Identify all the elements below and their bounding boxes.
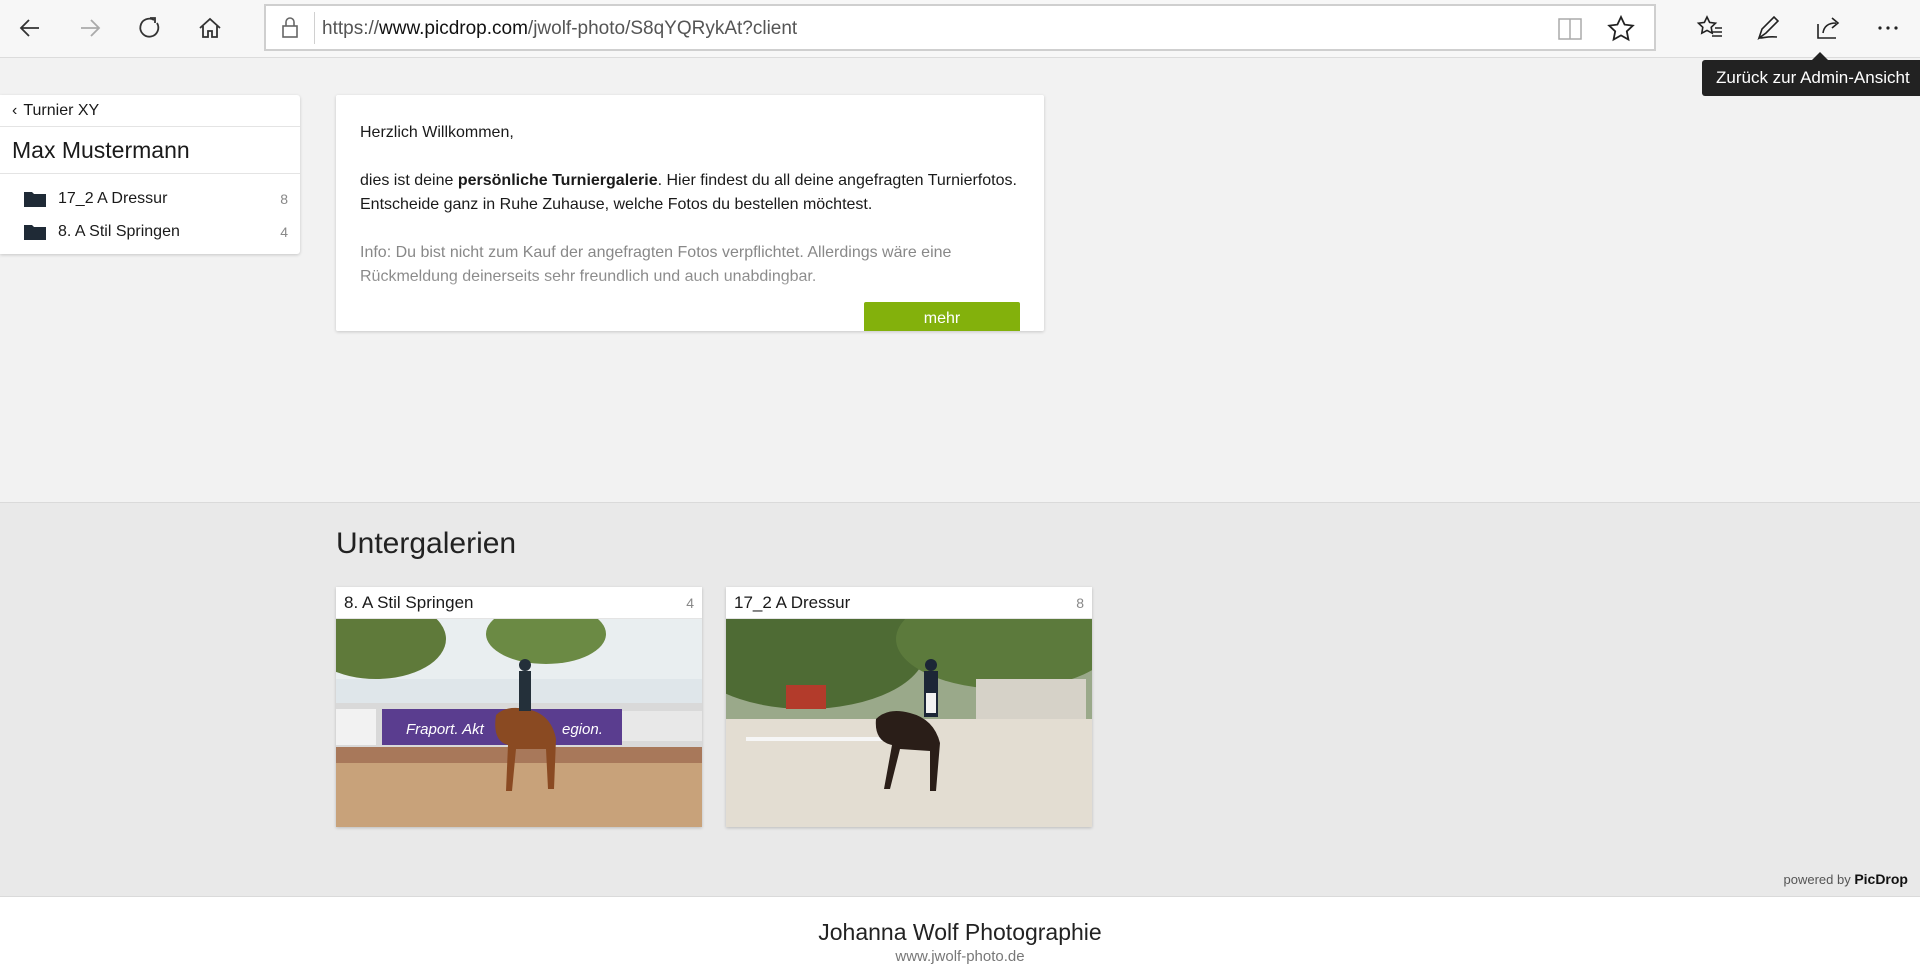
sidebar-item-count: 4 xyxy=(280,223,288,240)
admin-view-tooltip[interactable]: Zurück zur Admin-Ansicht xyxy=(1702,52,1920,96)
welcome-card: Herzlich Willkommen, dies ist deine pers… xyxy=(336,95,1044,331)
back-button[interactable] xyxy=(8,8,52,48)
sidebar-item-label: 8. A Stil Springen xyxy=(58,222,180,240)
sidebar-item-count: 8 xyxy=(280,190,288,207)
powered-by[interactable]: powered by PicDrop xyxy=(1783,871,1908,887)
pen-icon xyxy=(1757,15,1780,41)
back-icon xyxy=(19,19,39,37)
reading-view-icon[interactable] xyxy=(1556,16,1584,42)
browser-toolbar: https://www.picdrop.com/jwolf-photo/S8qY… xyxy=(0,0,1920,58)
powered-by-prefix: powered by xyxy=(1783,872,1855,887)
url-scheme: https:// xyxy=(322,18,380,39)
more-icon xyxy=(1878,26,1898,30)
subgalleries-heading: Untergalerien xyxy=(336,527,517,560)
address-bar[interactable]: https://www.picdrop.com/jwolf-photo/S8qY… xyxy=(264,4,1656,51)
powered-by-brand: PicDrop xyxy=(1854,871,1908,887)
footer-website-link[interactable]: www.jwolf-photo.de xyxy=(0,948,1920,965)
forward-button[interactable] xyxy=(68,8,112,48)
banner-text-2: egion. xyxy=(562,721,603,738)
refresh-button[interactable] xyxy=(128,8,172,48)
welcome-text-part: dies ist deine xyxy=(360,172,458,189)
sidebar-item-springen[interactable]: 8. A Stil Springen 4 xyxy=(0,215,300,248)
address-separator xyxy=(314,12,315,44)
tile-header: 17_2 A Dressur 8 xyxy=(726,587,1092,619)
lock-icon xyxy=(282,17,298,38)
banner-text: Fraport. Akt xyxy=(406,721,485,738)
tile-photo-jumping[interactable]: Fraport. Akt egion. xyxy=(336,619,702,827)
favorites-button[interactable] xyxy=(1688,8,1732,48)
tile-title: 8. A Stil Springen xyxy=(344,592,474,612)
sidebar-item-dressur[interactable]: 17_2 A Dressur 8 xyxy=(0,182,300,215)
client-name: Max Mustermann xyxy=(0,127,300,174)
url-host: www.picdrop.com xyxy=(379,18,528,39)
gallery-folder-list: 17_2 A Dressur 8 8. A Stil Springen 4 xyxy=(0,174,300,254)
subgalleries-section: Untergalerien 8. A Stil Springen 4 Frapo… xyxy=(0,502,1920,896)
footer: Johanna Wolf Photographie www.jwolf-phot… xyxy=(0,896,1920,975)
more-button[interactable]: mehr xyxy=(864,302,1020,331)
welcome-greeting: Herzlich Willkommen, xyxy=(360,124,514,141)
favorite-star-icon[interactable] xyxy=(1606,14,1636,44)
notes-button[interactable] xyxy=(1746,8,1790,48)
back-link-label: Turnier XY xyxy=(23,101,100,119)
home-icon xyxy=(199,17,221,38)
more-button[interactable] xyxy=(1866,8,1910,48)
share-icon xyxy=(1817,17,1840,39)
sidebar: ‹ Turnier XY Max Mustermann 17_2 A Dress… xyxy=(0,95,300,254)
folder-icon xyxy=(24,192,46,207)
jumping-photo-image: Fraport. Akt egion. xyxy=(336,619,702,827)
favorites-list-icon xyxy=(1696,15,1722,37)
tile-photo-dressage[interactable] xyxy=(726,619,1092,827)
folder-icon xyxy=(24,225,46,240)
tile-title: 17_2 A Dressur xyxy=(734,592,851,612)
sidebar-item-label: 17_2 A Dressur xyxy=(58,189,168,207)
welcome-text-bold: persönliche Turniergalerie xyxy=(457,172,658,189)
dressage-photo-image xyxy=(726,619,1092,827)
home-button[interactable] xyxy=(188,8,232,48)
tile-count: 8 xyxy=(1076,594,1084,611)
footer-photographer-name: Johanna Wolf Photographie xyxy=(818,919,1102,945)
tile-count: 4 xyxy=(686,594,694,611)
welcome-paragraph: dies ist deine persönliche Turniergaleri… xyxy=(360,169,1020,217)
chevron-left-icon: ‹ xyxy=(12,101,18,119)
gallery-tile-springen[interactable]: 8. A Stil Springen 4 Fraport. Akt egion. xyxy=(336,587,702,827)
back-to-tournament-link[interactable]: ‹ Turnier XY xyxy=(0,95,300,127)
gallery-tile-dressur[interactable]: 17_2 A Dressur 8 xyxy=(726,587,1092,827)
forward-icon xyxy=(81,19,101,37)
tile-header: 8. A Stil Springen 4 xyxy=(336,587,702,619)
url-path: /jwolf-photo/S8qYQRykAt?client xyxy=(527,18,798,39)
share-button[interactable] xyxy=(1806,8,1850,48)
url-text[interactable]: https://www.picdrop.com/jwolf-photo/S8qY… xyxy=(322,18,797,40)
refresh-icon xyxy=(139,17,160,38)
